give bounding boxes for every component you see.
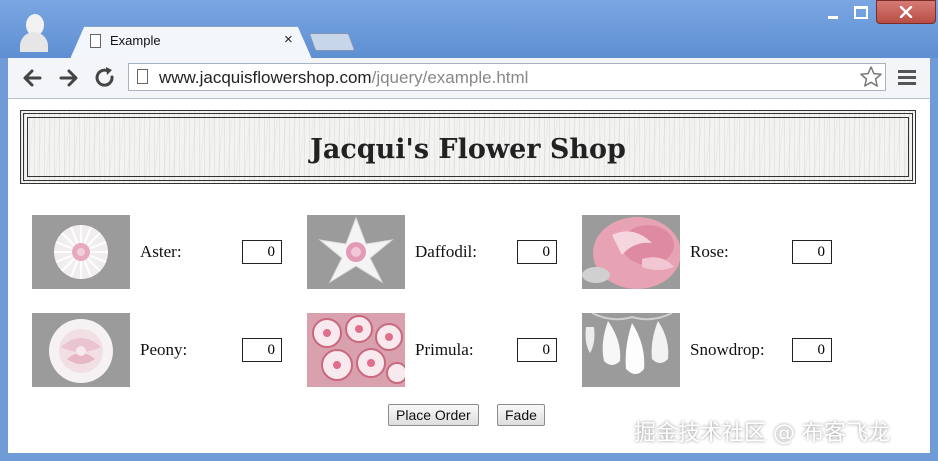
maximize-icon xyxy=(854,5,868,19)
snowdrop-image xyxy=(582,313,680,387)
daffodil-quantity-input[interactable]: 0 xyxy=(517,240,557,264)
new-tab-button[interactable] xyxy=(308,33,356,51)
fade-button[interactable]: Fade xyxy=(497,404,545,426)
page-icon xyxy=(137,69,148,84)
tab-close-icon[interactable]: × xyxy=(284,31,293,48)
rose-image xyxy=(582,215,680,289)
url-path: /jquery/example.html xyxy=(371,68,529,87)
daffodil-image xyxy=(307,215,405,289)
close-window-button[interactable] xyxy=(876,0,936,24)
product-label: Primula: xyxy=(415,340,474,359)
snowdrop-quantity-input[interactable]: 0 xyxy=(792,338,832,362)
product-label: Peony: xyxy=(140,340,188,359)
page-viewport: Jacqui's Flower Shop Aster: 0 Daffodil: … xyxy=(8,99,930,453)
address-bar[interactable]: www.jacquisflowershop.com/jquery/example… xyxy=(128,63,886,91)
product-primula: Primula: 0 xyxy=(307,313,577,387)
star-icon[interactable] xyxy=(859,65,883,89)
product-label: Snowdrop: xyxy=(690,340,765,359)
peony-image xyxy=(32,313,130,387)
window-titlebar: Example × xyxy=(0,0,938,59)
rose-quantity-input[interactable]: 0 xyxy=(792,240,832,264)
arrow-right-icon[interactable] xyxy=(56,64,82,92)
minimize-button[interactable] xyxy=(820,0,846,24)
product-label: Daffodil: xyxy=(415,242,478,261)
product-daffodil: Daffodil: 0 xyxy=(307,215,577,289)
primula-quantity-input[interactable]: 0 xyxy=(517,338,557,362)
place-order-button[interactable]: Place Order xyxy=(388,404,479,426)
page-title: Jacqui's Flower Shop xyxy=(310,134,626,165)
product-label: Aster: xyxy=(140,242,182,261)
maximize-button[interactable] xyxy=(848,0,874,24)
product-label: Rose: xyxy=(690,242,729,261)
url-text[interactable]: www.jacquisflowershop.com/jquery/example… xyxy=(159,68,528,88)
aster-quantity-input[interactable]: 0 xyxy=(242,240,282,264)
reload-icon[interactable] xyxy=(92,64,118,92)
product-rose: Rose: 0 xyxy=(582,215,852,289)
peony-quantity-input[interactable]: 0 xyxy=(242,338,282,362)
page-icon xyxy=(90,34,101,48)
watermark-text: 掘金技术社区 @ 布客飞龙 xyxy=(634,421,890,446)
product-peony: Peony: 0 xyxy=(32,313,302,387)
product-aster: Aster: 0 xyxy=(32,215,302,289)
arrow-left-icon[interactable] xyxy=(20,64,46,92)
primula-image xyxy=(307,313,405,387)
tab-example[interactable]: Example × xyxy=(70,26,312,59)
close-icon xyxy=(899,6,913,18)
minimize-icon xyxy=(828,15,838,19)
aster-image xyxy=(32,215,130,289)
menu-icon[interactable] xyxy=(898,70,916,88)
url-host: www.jacquisflowershop.com xyxy=(159,68,372,87)
shop-header: Jacqui's Flower Shop xyxy=(20,110,916,184)
tab-title: Example xyxy=(110,33,161,48)
product-snowdrop: Snowdrop: 0 xyxy=(582,313,852,387)
profile-avatar-icon[interactable] xyxy=(18,14,50,52)
browser-toolbar: www.jacquisflowershop.com/jquery/example… xyxy=(8,58,930,99)
